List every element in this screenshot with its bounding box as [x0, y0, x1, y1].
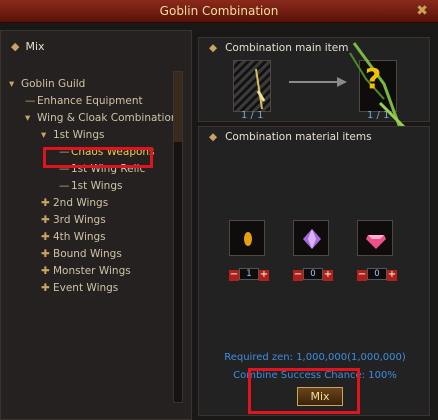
close-icon[interactable]: ✖: [416, 3, 428, 19]
highlight-box-chaos-weapons: [43, 147, 153, 168]
diamond-icon: ◆: [209, 42, 218, 54]
expand-arrow-icon: ▾: [9, 78, 15, 90]
decrease-button[interactable]: −: [357, 270, 367, 281]
increase-button[interactable]: +: [323, 270, 333, 281]
tree-item-1st-wings-group[interactable]: ▾ 1st Wings: [41, 127, 104, 143]
dash-icon: —: [59, 180, 70, 192]
material-slot-pink-gem[interactable]: [357, 220, 393, 256]
tree-item-goblin-guild[interactable]: ▾ Goblin Guild: [9, 76, 85, 92]
material-counter-3: −0 +: [357, 268, 397, 281]
tree-item-monster-wings[interactable]: ✚ Monster Wings: [41, 263, 131, 279]
dash-icon: —: [25, 95, 36, 107]
main-item-panel: ◆ Combination main item 1 / 1 ? 1 / 1: [198, 37, 430, 140]
quantity-value[interactable]: 0: [367, 268, 387, 280]
tree-scrollbar[interactable]: [173, 71, 183, 403]
question-mark-icon: ?: [365, 62, 382, 95]
diamond-icon: ◆: [209, 131, 218, 143]
tree-item-2nd-wings[interactable]: ✚ 2nd Wings: [41, 195, 108, 211]
material-slot-purple-gem[interactable]: [293, 220, 329, 256]
purple-gem-icon: [303, 229, 321, 249]
quantity-value[interactable]: 0: [303, 268, 323, 280]
increase-button[interactable]: +: [387, 270, 397, 281]
result-item-count: 1 / 1: [367, 110, 390, 121]
tree-item-4th-wings[interactable]: ✚ 4th Wings: [41, 229, 106, 245]
increase-button[interactable]: +: [259, 270, 269, 281]
tree-item-1st-wings[interactable]: —1st Wings: [59, 178, 122, 194]
mix-header: ◆ Mix: [11, 40, 45, 53]
main-item-title: ◆ Combination main item: [209, 42, 349, 54]
recipe-tree-panel: ◆ Mix ▾ Goblin Guild — Enhance Equipment ▾ W…: [0, 30, 192, 420]
material-slot-orange-gem[interactable]: [229, 220, 265, 256]
material-items-title: ◆ Combination material items: [209, 131, 372, 143]
plus-icon: ✚: [41, 248, 50, 260]
plus-icon: ✚: [41, 197, 50, 209]
tree-item-wing-cloak-combinations[interactable]: ▾ Wing & Cloak Combinations: [25, 110, 183, 126]
arrow-right-icon: [289, 77, 347, 87]
expand-arrow-icon: ▾: [25, 112, 31, 124]
tree-item-bound-wings[interactable]: ✚ Bound Wings: [41, 246, 122, 262]
tree-item-enhance-equipment[interactable]: — Enhance Equipment: [25, 93, 143, 109]
window-title: Goblin Combination: [159, 4, 279, 18]
plus-icon: ✚: [41, 214, 50, 226]
tree-item-3rd-wings[interactable]: ✚ 3rd Wings: [41, 212, 106, 228]
decrease-button[interactable]: −: [229, 270, 239, 281]
plus-icon: ✚: [41, 231, 50, 243]
highlight-box-mix-button: [248, 368, 360, 414]
required-zen-text: Required zen: 1,000,000(1,000,000): [224, 352, 406, 363]
plus-icon: ✚: [41, 265, 50, 277]
diamond-icon: ◆: [11, 40, 20, 53]
orange-gem-icon: [244, 232, 252, 246]
plus-icon: ✚: [41, 282, 50, 294]
material-counter-2: −0 +: [293, 268, 333, 281]
main-item-slot[interactable]: [233, 60, 271, 112]
material-counter-1: −1 +: [229, 268, 269, 281]
decrease-button[interactable]: −: [293, 270, 303, 281]
tree-item-event-wings[interactable]: ✚ Event Wings: [41, 280, 118, 296]
scrollbar-thumb[interactable]: [174, 72, 182, 142]
bow-item-icon: [255, 68, 266, 110]
expand-arrow-icon: ▾: [41, 129, 47, 141]
quantity-value[interactable]: 1: [239, 268, 259, 280]
main-item-count: 1 / 1: [241, 110, 264, 121]
result-item-slot: ?: [349, 42, 408, 140]
window-titlebar: Goblin Combination ✖: [0, 0, 438, 23]
pink-gem-icon: [366, 235, 386, 249]
